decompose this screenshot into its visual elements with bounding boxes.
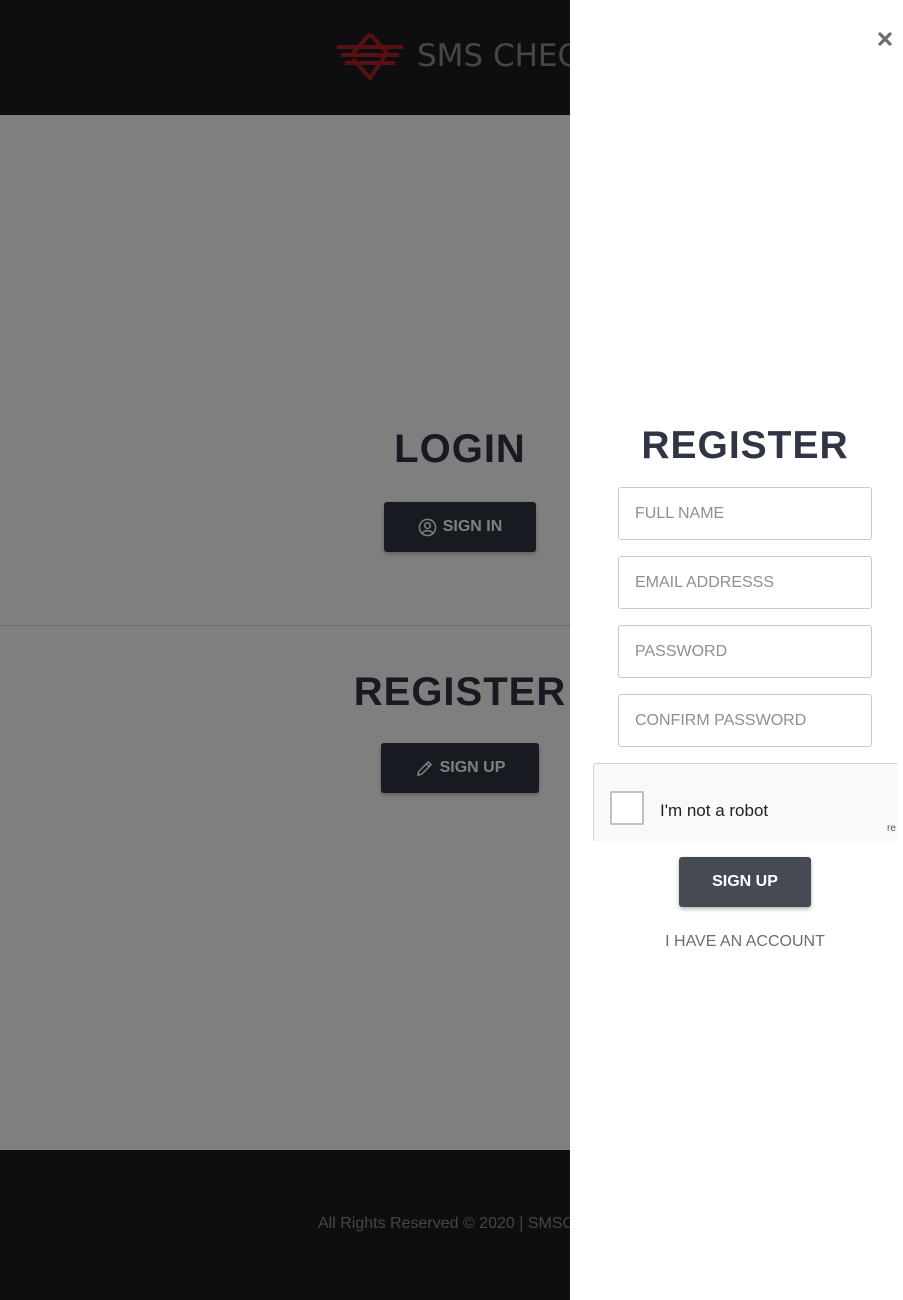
email-input[interactable] [618, 556, 872, 609]
recaptcha-label: I'm not a robot [660, 801, 769, 820]
close-button[interactable] [874, 28, 896, 50]
full-name-input[interactable] [618, 487, 872, 540]
recaptcha-brand-text: re [887, 823, 896, 834]
have-account-link[interactable]: I HAVE AN ACCOUNT [570, 933, 903, 951]
register-submit-button[interactable]: SIGN UP [679, 857, 811, 907]
close-icon [878, 32, 892, 46]
recaptcha-widget: I'm not a robot re [593, 763, 897, 841]
register-panel-title: REGISTER [641, 424, 849, 467]
confirm-password-input[interactable] [618, 694, 872, 747]
password-input[interactable] [618, 625, 872, 678]
recaptcha-checkbox[interactable] [610, 791, 644, 825]
